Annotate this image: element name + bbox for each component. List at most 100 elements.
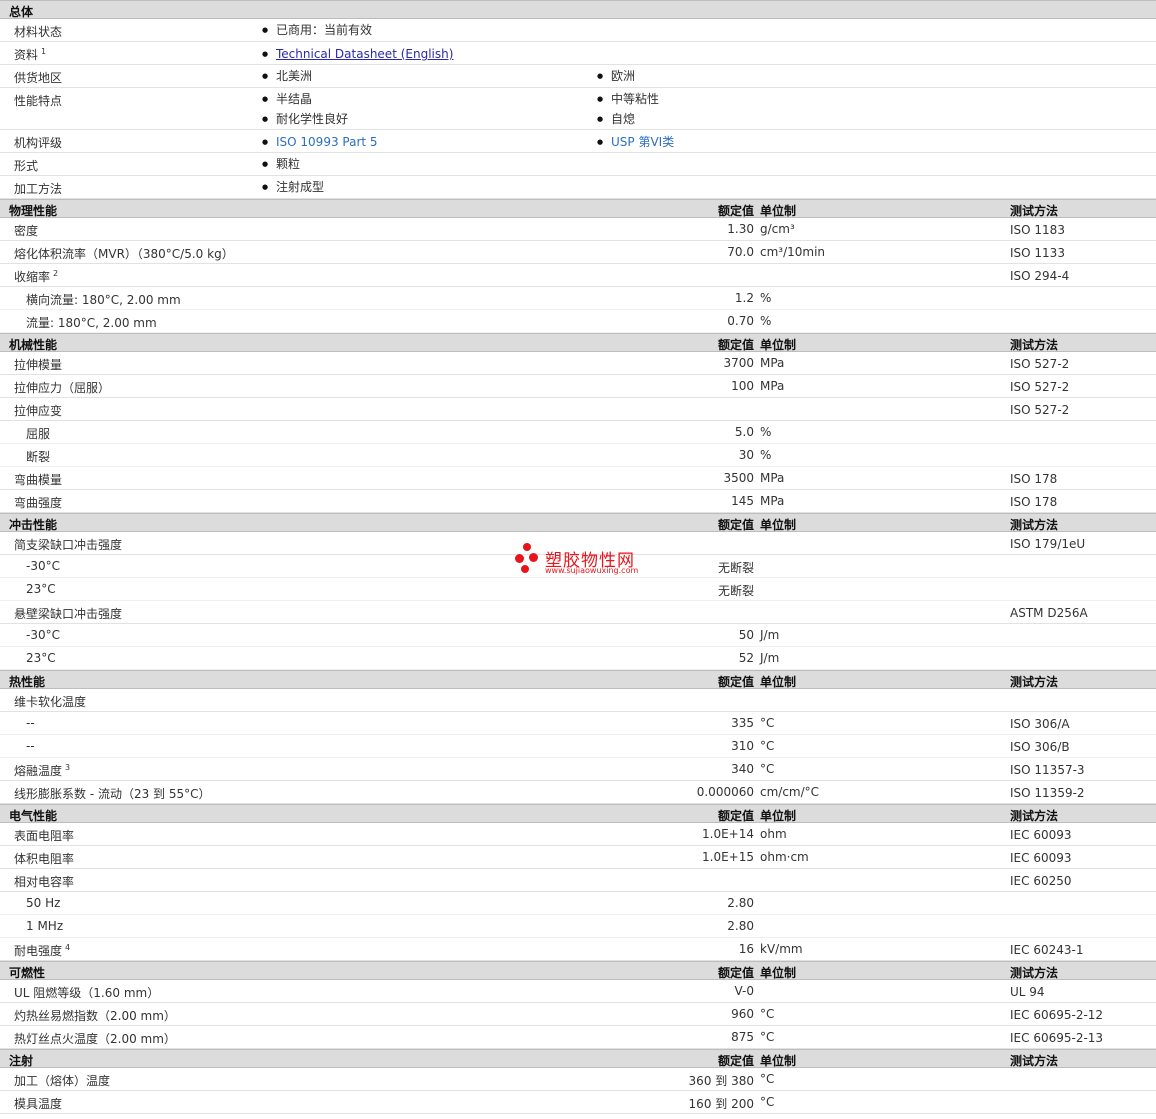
list-item: 颗粒 <box>262 154 300 174</box>
section-title: 可燃性 <box>9 966 46 980</box>
row-unit: cm/cm/°C <box>760 785 820 799</box>
test-column-header: 测试方法 <box>1010 809 1059 823</box>
row-test-method: IEC 60093 <box>1010 828 1072 842</box>
row-unit: MPa <box>760 494 785 508</box>
datasheet: 总体 材料状态 已商用：当前有效 资料1 Technical Datasheet… <box>0 0 1156 1114</box>
row-value: 100 <box>731 379 754 393</box>
watermark-logo: 塑胶物性网 www.sujiaowuxing.com <box>515 541 655 581</box>
row-test-method: ISO 1133 <box>1010 246 1065 260</box>
row-value: 30 <box>738 448 754 462</box>
general-row: 加工方法 注射成型 <box>0 176 1156 199</box>
table-row: 密度 1.30 g/cm³ ISO 1183 <box>0 218 1156 241</box>
section-title: 机械性能 <box>9 338 58 352</box>
row-label: 50 Hz <box>26 896 61 910</box>
section-title: 冲击性能 <box>9 518 58 532</box>
row-label: 耐电强度 4 <box>14 943 71 958</box>
row-unit: °C <box>760 1072 775 1086</box>
row-label: 线形膨胀系数 - 流动（23 到 55°C） <box>14 787 211 801</box>
row-unit: % <box>760 314 772 328</box>
row-value: 160 到 200 <box>688 1097 754 1111</box>
test-column-header: 测试方法 <box>1010 1054 1059 1068</box>
list-item: 自熄 <box>597 109 659 129</box>
bullet-list: USP 第VI类 <box>597 132 674 152</box>
table-row: -- 310 °C ISO 306/B <box>0 735 1156 758</box>
list-item: 中等粘性 <box>597 89 659 109</box>
row-value: 52 <box>738 651 754 665</box>
row-test-method: IEC 60695-2-12 <box>1010 1008 1104 1022</box>
row-unit: kV/mm <box>760 942 803 956</box>
table-row: 流量: 180°C, 2.00 mm 0.70% <box>0 310 1156 333</box>
technical-datasheet-link[interactable]: Technical Datasheet (English) <box>276 47 453 61</box>
table-row: 拉伸应力（屈服） 100 MPa ISO 527-2 <box>0 375 1156 398</box>
row-value: V-0 <box>734 984 754 998</box>
section-header-general: 总体 <box>0 0 1156 19</box>
row-value: 1.30 <box>727 222 754 236</box>
table-row: -30°C 50 J/m <box>0 624 1156 647</box>
row-label: 加工（熔体）温度 <box>14 1074 111 1088</box>
footnote-ref: 3 <box>65 763 71 772</box>
general-row: 资料1 Technical Datasheet (English) <box>0 42 1156 65</box>
list-item: USP 第VI类 <box>597 132 674 152</box>
list-item: ISO 10993 Part 5 <box>262 132 378 152</box>
bullet-list: 中等粘性 自熄 <box>597 89 659 129</box>
unit-column-header: 单位制 <box>760 966 797 980</box>
section-header-electrical: 电气性能 额定值 单位制 测试方法 <box>0 804 1156 823</box>
general-row: 供货地区 北美洲 欧洲 <box>0 65 1156 88</box>
bullet-list: 欧洲 <box>597 66 635 86</box>
unit-column-header: 单位制 <box>760 809 797 823</box>
list-item: 半结晶 <box>262 89 348 109</box>
table-row: -- 335 °C ISO 306/A <box>0 712 1156 735</box>
unit-column-header: 单位制 <box>760 675 797 689</box>
test-column-header: 测试方法 <box>1010 204 1059 218</box>
section-title: 总体 <box>9 5 34 19</box>
row-test-method: IEC 60250 <box>1010 874 1072 888</box>
row-label: 拉伸模量 <box>14 358 63 372</box>
row-value: 2.80 <box>727 919 754 933</box>
bullet-list: 颗粒 <box>262 154 300 174</box>
general-row: 机构评级 ISO 10993 Part 5 USP 第VI类 <box>0 130 1156 153</box>
row-unit: J/m <box>760 628 780 642</box>
table-row: 相对电容率 IEC 60250 <box>0 869 1156 892</box>
row-test-method: IEC 60093 <box>1010 851 1072 865</box>
row-value: 0.000060 <box>696 785 754 799</box>
row-value: 3700 <box>723 356 754 370</box>
value-column-header: 额定值 <box>717 966 754 980</box>
list-item: Technical Datasheet (English) <box>262 44 453 64</box>
section-title: 热性能 <box>9 675 46 689</box>
row-unit: °C <box>760 739 775 753</box>
row-label: 悬壁梁缺口冲击强度 <box>14 607 123 621</box>
test-column-header: 测试方法 <box>1010 675 1059 689</box>
table-row: 热灯丝点火温度（2.00 mm） 875 °C IEC 60695-2-13 <box>0 1026 1156 1049</box>
section-header-flammability: 可燃性 额定值 单位制 测试方法 <box>0 961 1156 980</box>
row-value: 16 <box>738 942 754 956</box>
row-label: 拉伸应变 <box>14 404 63 418</box>
list-item: 注射成型 <box>262 177 324 197</box>
bullet-list: Technical Datasheet (English) <box>262 44 453 64</box>
value-column-header: 额定值 <box>717 204 754 218</box>
table-row: 横向流量: 180°C, 2.00 mm 1.2% <box>0 287 1156 310</box>
table-row: 体积电阻率 1.0E+15 ohm·cm IEC 60093 <box>0 846 1156 869</box>
list-item: 北美洲 <box>262 66 312 86</box>
table-row: 线形膨胀系数 - 流动（23 到 55°C） 0.000060 cm/cm/°C IS… <box>0 781 1156 804</box>
value-column-header: 额定值 <box>717 675 754 689</box>
row-value: 0.70 <box>727 314 754 328</box>
table-row: 悬壁梁缺口冲击强度 ASTM D256A <box>0 601 1156 624</box>
section-header-injection: 注射 额定值 单位制 测试方法 <box>0 1049 1156 1068</box>
row-label: 体积电阻率 <box>14 852 75 866</box>
row-label: 形式 <box>14 159 39 173</box>
row-label: 弯曲强度 <box>14 496 63 510</box>
row-test-method: ISO 527-2 <box>1010 357 1070 371</box>
row-value: 50 <box>738 628 754 642</box>
row-value: 5.0 <box>734 425 754 439</box>
section-header-thermal: 热性能 额定值 单位制 测试方法 <box>0 670 1156 689</box>
row-unit: cm³/10min <box>760 245 826 259</box>
test-column-header: 测试方法 <box>1010 518 1059 532</box>
row-value: 无断裂 <box>717 584 754 598</box>
row-label: 断裂 <box>26 450 51 464</box>
general-row: 性能特点 半结晶 耐化学性良好 中等粘性 自熄 <box>0 88 1156 130</box>
row-label: -30°C <box>26 559 60 573</box>
row-test-method: IEC 60243-1 <box>1010 943 1084 957</box>
table-row: 熔融温度 3 340 °C ISO 11357-3 <box>0 758 1156 781</box>
row-value: 960 <box>731 1007 754 1021</box>
unit-column-header: 单位制 <box>760 1054 797 1068</box>
